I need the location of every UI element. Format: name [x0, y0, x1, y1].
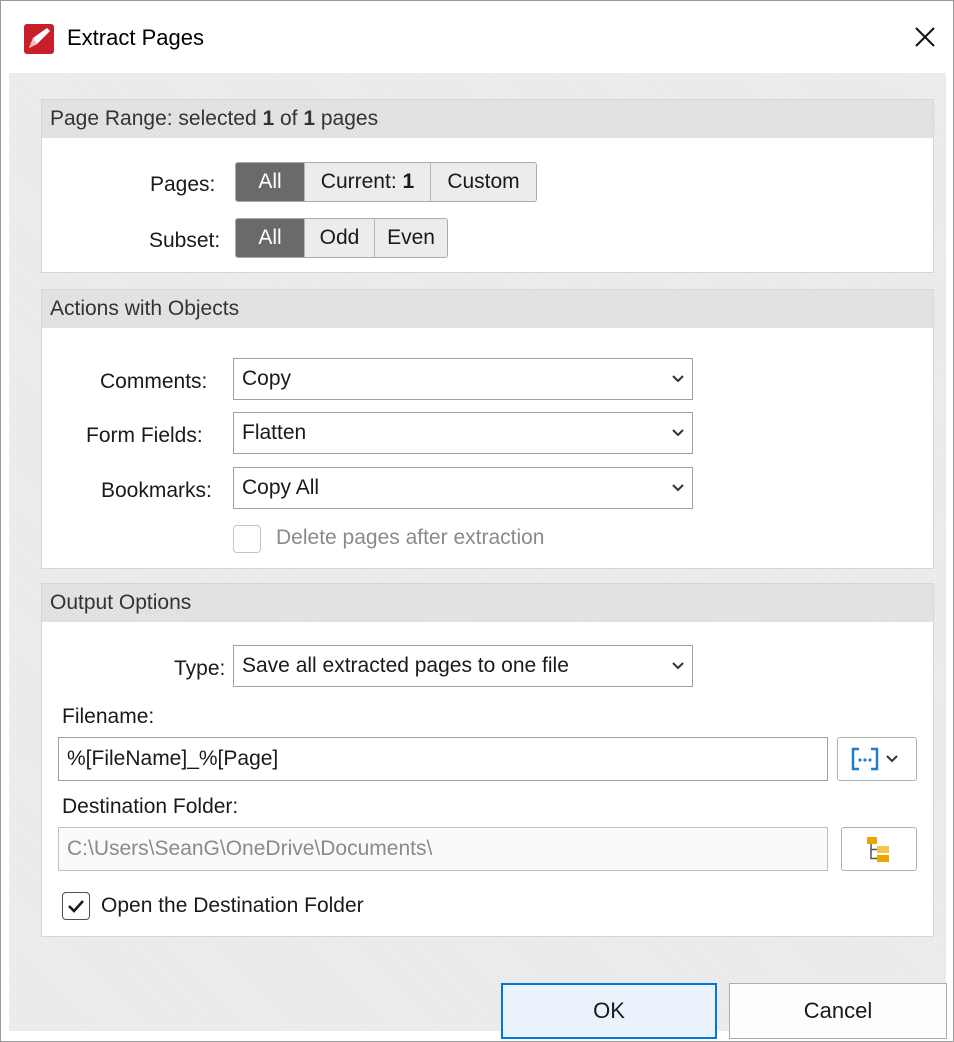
- subset-label: Subset:: [149, 229, 221, 252]
- form-fields-dropdown[interactable]: Flatten: [233, 412, 693, 454]
- pages-label: Pages:: [150, 173, 216, 196]
- macro-icon: [851, 747, 898, 771]
- subset-segmented-control: All Odd Even: [235, 218, 448, 258]
- ok-button[interactable]: OK: [501, 983, 717, 1039]
- bookmarks-label: Bookmarks:: [101, 479, 212, 502]
- pages-all-button[interactable]: All: [236, 163, 304, 201]
- open-destination-checkbox[interactable]: [62, 892, 90, 920]
- subset-odd-button[interactable]: Odd: [304, 219, 374, 257]
- comments-dropdown[interactable]: Copy: [233, 358, 693, 400]
- delete-pages-label: Delete pages after extraction: [276, 526, 545, 549]
- subset-all-button[interactable]: All: [236, 219, 304, 257]
- destination-folder-input[interactable]: C:\Users\SeanG\OneDrive\Documents\: [58, 827, 828, 871]
- comments-label: Comments:: [100, 370, 208, 393]
- type-value: Save all extracted pages to one file: [242, 654, 569, 677]
- dialog-body: Page Range: selected 1 of 1 pages Pages:…: [9, 73, 947, 1039]
- page-range-group: Page Range: selected 1 of 1 pages Pages:…: [41, 99, 934, 273]
- page-range-header: Page Range: selected 1 of 1 pages: [42, 100, 933, 138]
- chevron-down-icon: [664, 413, 692, 453]
- pages-current-button[interactable]: Current: 1: [304, 163, 430, 201]
- extract-pages-dialog: Extract Pages Page Range: selected 1 of …: [0, 0, 954, 1042]
- destination-folder-label: Destination Folder:: [62, 795, 239, 818]
- chevron-down-icon: [664, 646, 692, 686]
- chevron-down-icon: [664, 359, 692, 399]
- actions-header: Actions with Objects: [42, 290, 933, 328]
- output-options-header: Output Options: [42, 584, 933, 622]
- chevron-down-icon: [664, 468, 692, 508]
- type-dropdown[interactable]: Save all extracted pages to one file: [233, 645, 693, 687]
- pages-segmented-control: All Current: 1 Custom: [235, 162, 537, 202]
- open-destination-label: Open the Destination Folder: [101, 894, 364, 917]
- subset-even-button[interactable]: Even: [374, 219, 447, 257]
- dialog-title: Extract Pages: [67, 25, 204, 50]
- app-logo-icon: [24, 24, 54, 54]
- output-options-group: Output Options Type: Save all extracted …: [41, 583, 934, 937]
- browse-folder-button[interactable]: [841, 827, 917, 871]
- pages-custom-button[interactable]: Custom: [430, 163, 536, 201]
- filename-input[interactable]: %[FileName]_%[Page]: [58, 737, 828, 781]
- type-label: Type:: [174, 657, 226, 680]
- filename-macro-button[interactable]: [837, 737, 917, 781]
- comments-value: Copy: [242, 367, 292, 390]
- cancel-button[interactable]: Cancel: [729, 983, 947, 1039]
- form-fields-label: Form Fields:: [86, 424, 203, 447]
- filename-label: Filename:: [62, 705, 155, 728]
- delete-pages-checkbox[interactable]: [233, 525, 261, 553]
- actions-group: Actions with Objects Comments: Copy Form…: [41, 289, 934, 569]
- bookmarks-dropdown[interactable]: Copy All: [233, 467, 693, 509]
- checkmark-icon: [68, 900, 84, 913]
- title-bar: Extract Pages: [1, 1, 953, 73]
- form-fields-value: Flatten: [242, 421, 307, 444]
- close-icon[interactable]: [903, 15, 947, 59]
- folder-tree-icon: [867, 837, 889, 862]
- bookmarks-value: Copy All: [242, 476, 320, 499]
